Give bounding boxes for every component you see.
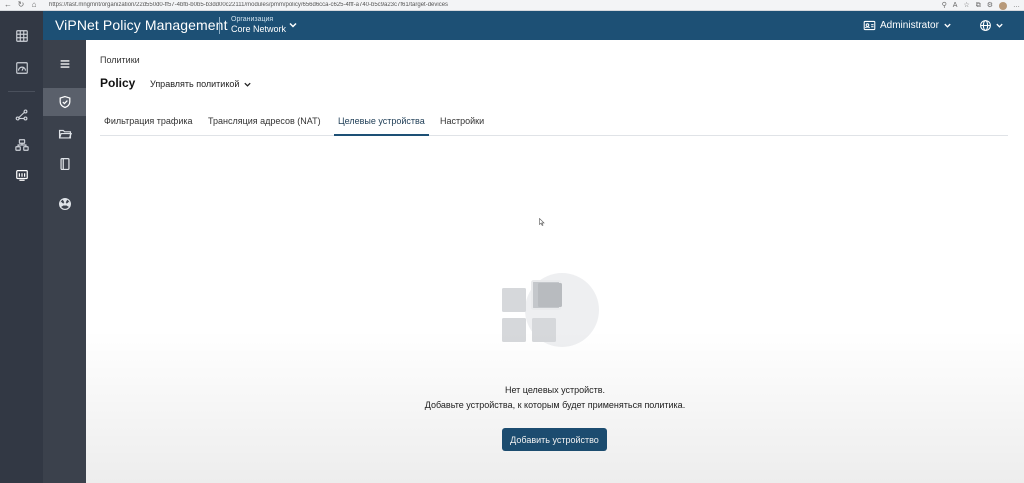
reload-icon[interactable]: ↻ bbox=[16, 0, 26, 10]
organization-value: Core Network bbox=[231, 24, 287, 34]
sidebar-item-notebook[interactable] bbox=[43, 150, 86, 178]
tab-settings[interactable]: Настройки bbox=[436, 110, 488, 136]
tab-traffic-filtering[interactable]: Фильтрация трафика bbox=[100, 110, 197, 136]
folder-icon bbox=[58, 129, 72, 139]
more-icon[interactable]: … bbox=[1013, 0, 1020, 11]
shield-check-icon bbox=[59, 95, 70, 109]
network-icon bbox=[14, 139, 29, 151]
tab-target-devices[interactable]: Целевые устройства bbox=[334, 110, 429, 136]
rail-divider bbox=[8, 91, 35, 92]
sidebar-toggle[interactable] bbox=[43, 50, 86, 78]
app-rail bbox=[0, 11, 43, 483]
user-menu[interactable]: Administrator bbox=[863, 11, 952, 40]
sidebar-item-folders[interactable] bbox=[43, 120, 86, 148]
breadcrumb[interactable]: Политики bbox=[100, 55, 140, 65]
app-header: ViPNet Policy Management Организация Cor… bbox=[43, 11, 1024, 40]
extensions-icon[interactable]: ⚙ bbox=[987, 0, 993, 11]
rail-item-monitor[interactable] bbox=[0, 163, 43, 187]
chevron-down-icon bbox=[996, 23, 1003, 28]
rail-item-grid[interactable] bbox=[0, 24, 43, 48]
tab-nat[interactable]: Трансляция адресов (NAT) bbox=[204, 110, 325, 136]
monitor-icon bbox=[15, 170, 28, 181]
chevron-down-icon bbox=[244, 82, 252, 87]
language-menu[interactable] bbox=[979, 11, 1004, 40]
header-divider bbox=[219, 17, 220, 34]
organization-selector[interactable]: Организация Core Network bbox=[231, 15, 286, 35]
read-aloud-icon[interactable]: A bbox=[953, 0, 958, 11]
user-badge-icon bbox=[863, 20, 876, 31]
organization-label: Организация bbox=[231, 16, 274, 23]
main-content: Политики Policy Управлять политикой Филь… bbox=[86, 40, 1024, 483]
empty-state-description: Добавьте устройства, к которым будет при… bbox=[424, 400, 686, 410]
manage-policy-dropdown[interactable]: Управлять политикой bbox=[150, 79, 252, 89]
empty-state-title: Нет целевых устройств. bbox=[504, 385, 606, 395]
notebook-icon bbox=[59, 157, 70, 171]
sidebar-item-policies[interactable] bbox=[43, 88, 86, 116]
menu-icon bbox=[60, 60, 69, 68]
dashboard-icon bbox=[15, 62, 28, 74]
rail-item-dashboard[interactable] bbox=[0, 56, 43, 80]
manage-policy-label: Управлять политикой bbox=[150, 79, 240, 89]
address-bar[interactable]: https://fast.mngmnt/organization/22d550d… bbox=[49, 2, 749, 8]
app-title: ViPNet Policy Management bbox=[55, 17, 228, 33]
browser-actions: ⚲ A ☆ ⧉ ⚙ … bbox=[942, 0, 1020, 11]
chevron-down-icon[interactable] bbox=[288, 20, 298, 30]
collections-icon[interactable]: ⧉ bbox=[976, 0, 981, 11]
topology-icon bbox=[15, 109, 27, 121]
zoom-icon[interactable]: ⚲ bbox=[942, 0, 947, 11]
policy-tabs: Фильтрация трафика Трансляция адресов (N… bbox=[100, 110, 1008, 136]
browser-bar: ← ↻ ⌂ https://fast.mngmnt/organization/2… bbox=[0, 0, 1024, 11]
user-name: Administrator bbox=[880, 20, 939, 31]
globe-icon bbox=[980, 20, 991, 31]
radiation-icon bbox=[58, 198, 71, 210]
mouse-cursor-icon bbox=[539, 218, 545, 226]
back-icon[interactable]: ← bbox=[3, 0, 13, 10]
rail-item-topology[interactable] bbox=[0, 103, 43, 127]
sidebar-item-radiation[interactable] bbox=[43, 190, 86, 218]
home-icon[interactable]: ⌂ bbox=[29, 0, 39, 10]
add-device-button[interactable]: Добавить устройство bbox=[502, 428, 607, 451]
page-title: Policy bbox=[100, 76, 136, 90]
empty-devices-illustration bbox=[502, 273, 599, 347]
grid-icon bbox=[15, 30, 28, 42]
rail-item-network[interactable] bbox=[0, 133, 43, 157]
module-sidebar bbox=[43, 40, 86, 483]
chevron-down-icon bbox=[944, 23, 951, 28]
favorite-icon[interactable]: ☆ bbox=[963, 0, 969, 11]
profile-avatar[interactable] bbox=[999, 1, 1007, 10]
